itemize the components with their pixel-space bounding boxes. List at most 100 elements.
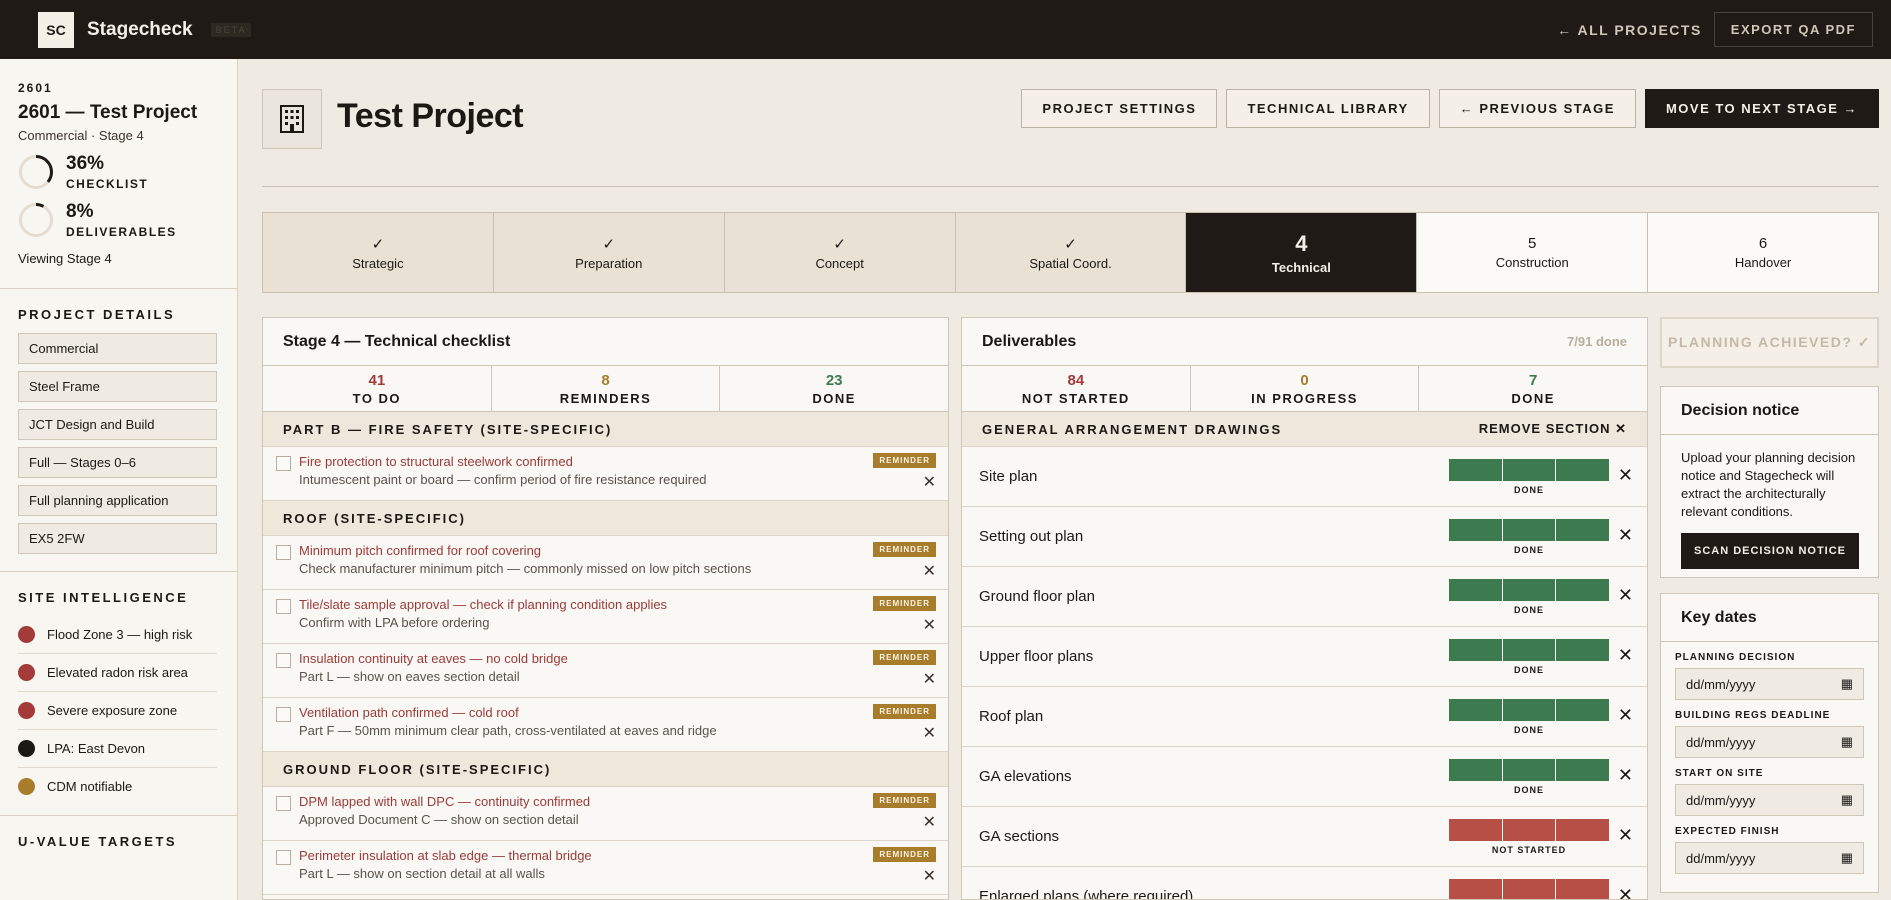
count-done[interactable]: 23 DONE [720,366,948,411]
close-icon[interactable]: ✕ [923,669,936,689]
count-reminders[interactable]: 8 REMINDERS [492,366,721,411]
deliverable-status-bar[interactable] [1449,819,1610,841]
close-icon[interactable]: ✕ [1618,765,1633,786]
checklist-item-title[interactable]: Fire protection to structural steelwork … [299,454,948,469]
deliverable-status-bar[interactable] [1449,759,1610,781]
checklist-checkbox[interactable] [276,850,291,865]
close-icon[interactable]: ✕ [1618,825,1633,846]
status-segment[interactable] [1556,759,1610,781]
date-input[interactable]: dd/mm/yyyy ▦ [1675,668,1864,700]
status-segment[interactable] [1556,639,1610,661]
count-in-progress[interactable]: 0 IN PROGRESS [1191,366,1420,411]
stage-tab-preparation[interactable]: ✓ Preparation [493,213,725,292]
status-segment[interactable] [1449,699,1502,721]
date-input[interactable]: dd/mm/yyyy ▦ [1675,726,1864,758]
status-segment[interactable] [1449,579,1502,601]
status-segment[interactable] [1556,519,1610,541]
detail-postcode[interactable]: EX5 2FW [18,523,217,554]
status-segment[interactable] [1449,879,1502,899]
status-segment[interactable] [1502,879,1556,899]
stage-tab-handover[interactable]: 6 Handover [1648,213,1879,292]
app-brand[interactable]: Stagecheck [87,19,193,41]
status-segment[interactable] [1449,759,1502,781]
status-segment[interactable] [1556,459,1610,481]
close-icon[interactable]: ✕ [923,723,936,743]
close-icon[interactable]: ✕ [923,812,936,832]
deliverable-status-bar[interactable] [1449,699,1610,721]
stage-tab-technical[interactable]: 4 Technical [1186,213,1418,292]
checklist-checkbox[interactable] [276,545,291,560]
deliverable-status-bar[interactable] [1449,579,1610,601]
calendar-icon[interactable]: ▦ [1841,850,1853,866]
close-icon[interactable]: ✕ [923,472,936,492]
close-icon[interactable]: ✕ [1618,645,1633,666]
checklist-checkbox[interactable] [276,456,291,471]
close-icon[interactable]: ✕ [923,561,936,581]
count-to-do[interactable]: 41 TO DO [263,366,492,411]
stage-tab-spatial-coord[interactable]: ✓ Spatial Coord. [955,213,1187,292]
status-segment[interactable] [1502,699,1556,721]
status-segment[interactable] [1502,639,1556,661]
checklist-item-title[interactable]: Insulation continuity at eaves — no cold… [299,651,948,666]
next-stage-button[interactable]: MOVE TO NEXT STAGE → [1644,89,1879,128]
planning-achieved-button[interactable]: PLANNING ACHIEVED? ✓ [1660,317,1879,368]
calendar-icon[interactable]: ▦ [1841,792,1853,808]
status-segment[interactable] [1556,579,1610,601]
deliverable-status-bar[interactable] [1449,459,1610,481]
close-icon[interactable]: ✕ [1618,465,1633,486]
status-segment[interactable] [1502,819,1556,841]
status-segment[interactable] [1556,819,1610,841]
close-icon[interactable]: ✕ [923,866,936,886]
close-icon[interactable]: ✕ [923,615,936,635]
status-segment[interactable] [1502,459,1556,481]
close-icon[interactable]: ✕ [1618,705,1633,726]
status-segment[interactable] [1449,819,1502,841]
scan-decision-notice-button[interactable]: SCAN DECISION NOTICE [1681,533,1859,569]
count-not-started[interactable]: 84 NOT STARTED [962,366,1191,411]
checklist-checkbox[interactable] [276,599,291,614]
all-projects-link[interactable]: ← ALL PROJECTS [1557,22,1702,38]
status-segment[interactable] [1502,759,1556,781]
deliverable-name: Upper floor plans [979,648,1094,665]
calendar-icon[interactable]: ▦ [1841,734,1853,750]
status-segment[interactable] [1449,519,1502,541]
detail-planning[interactable]: Full planning application [18,485,217,516]
technical-library-button[interactable]: TECHNICAL LIBRARY [1226,89,1430,128]
status-segment[interactable] [1502,579,1556,601]
date-input[interactable]: dd/mm/yyyy ▦ [1675,842,1864,874]
detail-sector[interactable]: Commercial [18,333,217,364]
calendar-icon[interactable]: ▦ [1841,676,1853,692]
close-icon[interactable]: ✕ [1618,525,1633,546]
deliverable-status-bar[interactable] [1449,519,1610,541]
export-qa-pdf-button[interactable]: EXPORT QA PDF [1713,12,1873,47]
close-icon[interactable]: ✕ [1618,585,1633,606]
stage-tab-construction[interactable]: 5 Construction [1417,213,1649,292]
status-segment[interactable] [1449,639,1502,661]
checklist-item-title[interactable]: Tile/slate sample approval — check if pl… [299,597,948,612]
count-done[interactable]: 7 DONE [1419,366,1647,411]
date-input[interactable]: dd/mm/yyyy ▦ [1675,784,1864,816]
stage-tab-concept[interactable]: ✓ Concept [724,213,956,292]
checklist-item-title[interactable]: Perimeter insulation at slab edge — ther… [299,848,948,863]
deliverable-status-bar[interactable] [1449,879,1610,899]
checklist-checkbox[interactable] [276,796,291,811]
checklist-item-title[interactable]: Ventilation path confirmed — cold roof [299,705,948,720]
detail-contract[interactable]: JCT Design and Build [18,409,217,440]
stage-tab-strategic[interactable]: ✓ Strategic [263,213,494,292]
previous-stage-button[interactable]: ← PREVIOUS STAGE [1438,89,1636,128]
deliverable-status-bar[interactable] [1449,639,1610,661]
project-settings-button[interactable]: PROJECT SETTINGS [1021,89,1218,128]
detail-scope[interactable]: Full — Stages 0–6 [18,447,217,478]
status-segment[interactable] [1556,699,1610,721]
close-icon[interactable]: ✕ [1618,885,1633,899]
checklist-item-title[interactable]: DPM lapped with wall DPC — continuity co… [299,794,948,809]
status-segment[interactable] [1449,459,1502,481]
status-segment[interactable] [1556,879,1610,899]
detail-construction[interactable]: Steel Frame [18,371,217,402]
status-segment[interactable] [1502,519,1556,541]
remove-section-button[interactable]: REMOVE SECTION ✕ [1479,421,1627,437]
app-logo[interactable]: SC [38,11,74,48]
checklist-checkbox[interactable] [276,707,291,722]
checklist-item-title[interactable]: Minimum pitch confirmed for roof coverin… [299,543,948,558]
checklist-checkbox[interactable] [276,653,291,668]
